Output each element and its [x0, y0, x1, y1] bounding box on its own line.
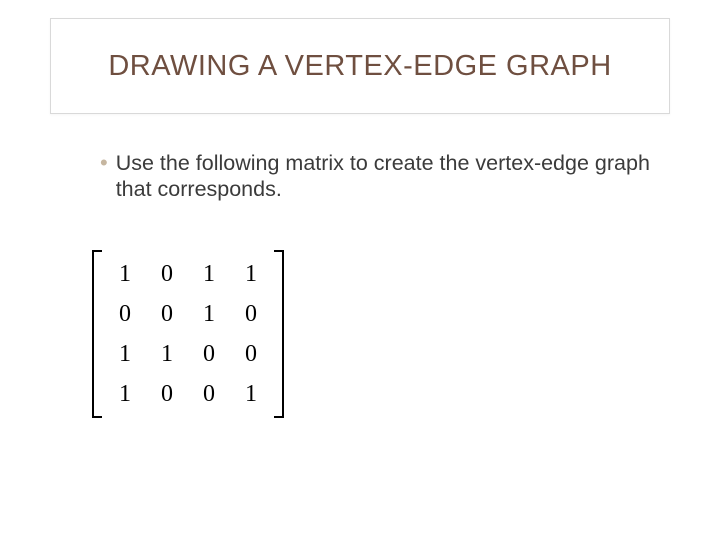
- matrix-cell: 0: [230, 334, 272, 374]
- matrix-cell: 1: [104, 254, 146, 294]
- bullet-block: • Use the following matrix to create the…: [100, 150, 660, 202]
- matrix-cell: 1: [104, 374, 146, 414]
- matrix-cell: 1: [146, 334, 188, 374]
- matrix-cell: 0: [188, 374, 230, 414]
- right-bracket-icon: [274, 250, 284, 418]
- bullet-text: Use the following matrix to create the v…: [116, 150, 660, 202]
- matrix-cell: 1: [188, 294, 230, 334]
- matrix-cell: 1: [230, 254, 272, 294]
- matrix: 1 0 1 1 0 0 1 0 1 1 0 0 1 0 0 1: [92, 250, 284, 418]
- matrix-cell: 0: [188, 334, 230, 374]
- matrix-cell: 0: [230, 294, 272, 334]
- matrix-cell: 1: [104, 334, 146, 374]
- bullet-item: • Use the following matrix to create the…: [100, 150, 660, 202]
- matrix-grid: 1 0 1 1 0 0 1 0 1 1 0 0 1 0 0 1: [102, 250, 274, 418]
- matrix-cell: 1: [230, 374, 272, 414]
- matrix-cell: 0: [146, 254, 188, 294]
- matrix-cell: 0: [104, 294, 146, 334]
- matrix-cell: 0: [146, 294, 188, 334]
- slide-title: DRAWING A VERTEX-EDGE GRAPH: [108, 50, 611, 83]
- bullet-dot-icon: •: [100, 150, 108, 176]
- matrix-cell: 0: [146, 374, 188, 414]
- matrix-cell: 1: [188, 254, 230, 294]
- title-container: DRAWING A VERTEX-EDGE GRAPH: [50, 18, 670, 114]
- left-bracket-icon: [92, 250, 102, 418]
